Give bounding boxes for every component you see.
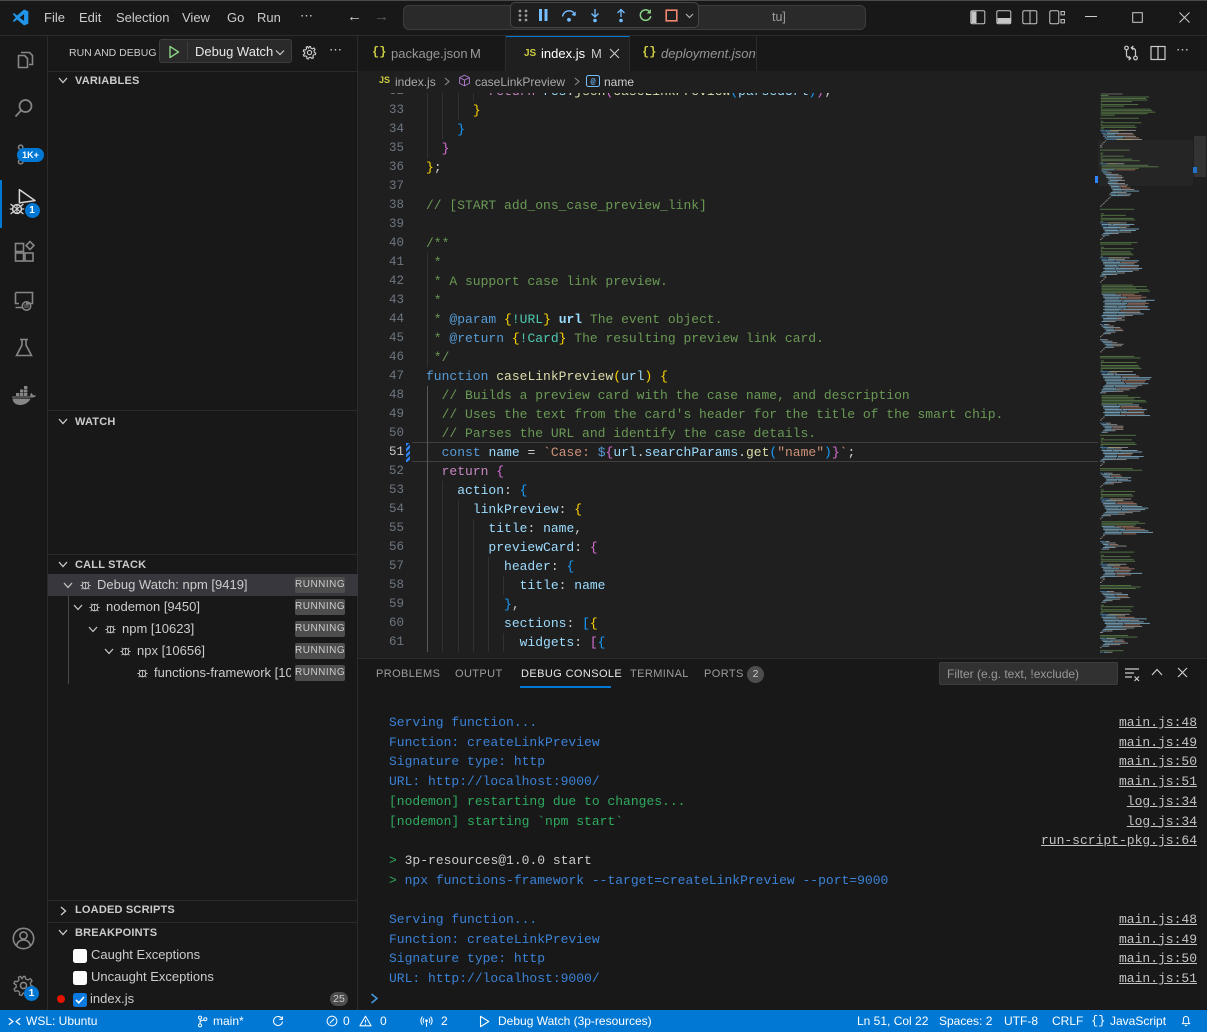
svg-text:@: @: [590, 77, 595, 87]
